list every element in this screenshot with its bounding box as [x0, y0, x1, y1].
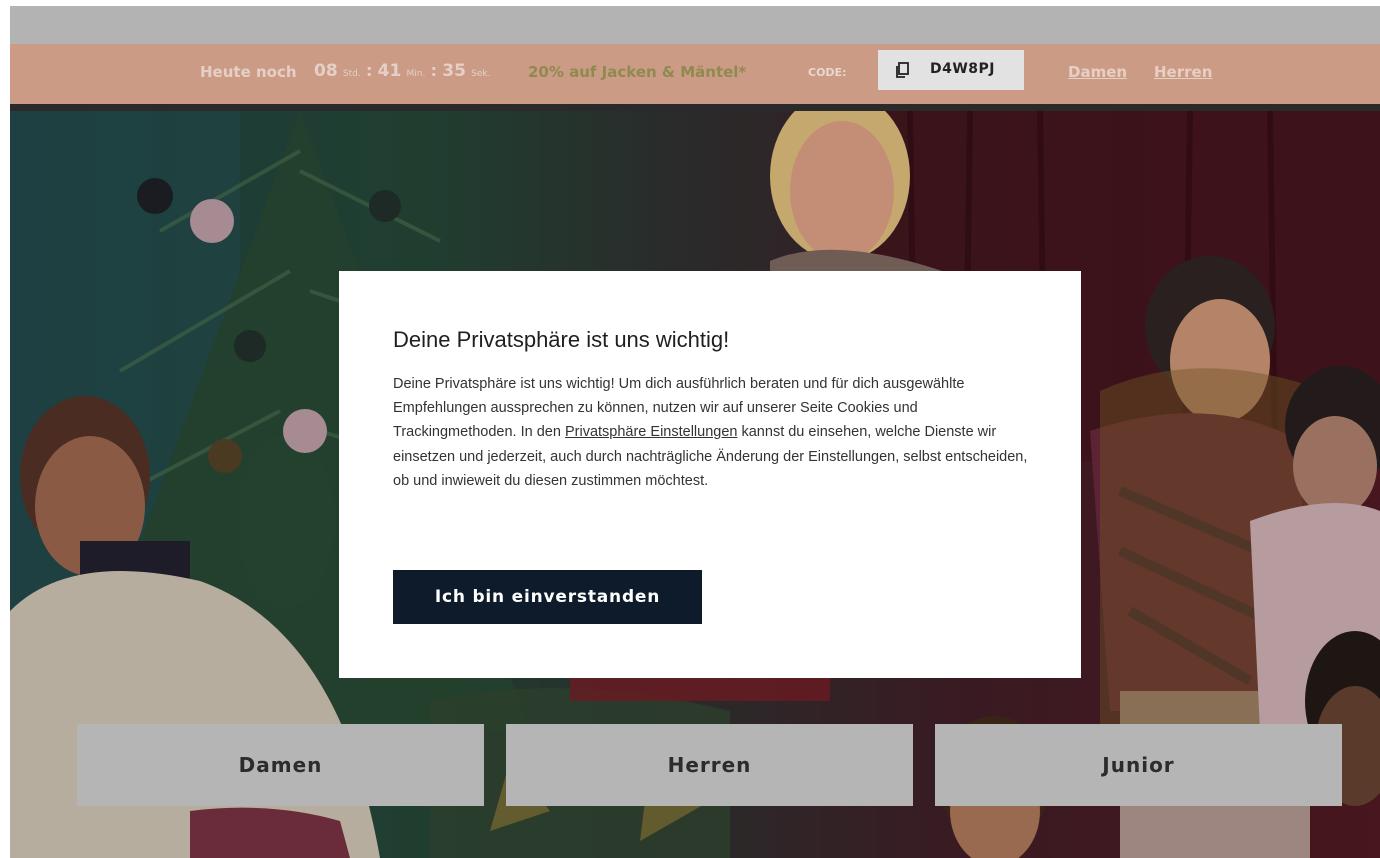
countdown-hours-unit: Std. — [342, 69, 361, 79]
promo-offer-text: 20% auf Jacken & Mäntel* — [528, 63, 747, 81]
promo-code-copy-box[interactable]: D4W8PJ — [878, 50, 1024, 90]
countdown-timer: 08 Std. : 41 Min. : 35 Sek. — [314, 61, 490, 81]
countdown-separator: : — [365, 61, 373, 80]
countdown-seconds: 35 — [442, 61, 466, 81]
modal-body-text: Deine Privatsphäre ist uns wichtig! Um d… — [393, 372, 1033, 493]
header-band — [10, 6, 1380, 44]
promo-link-damen[interactable]: Damen — [1068, 63, 1127, 81]
countdown-minutes: 41 — [377, 61, 402, 81]
page: Heute noch 08 Std. : 41 Min. : 35 Sek. 2… — [10, 6, 1380, 858]
countdown-separator: : — [430, 61, 437, 80]
privacy-consent-modal: Deine Privatsphäre ist uns wichtig! Dein… — [339, 271, 1081, 678]
promo-link-herren[interactable]: Herren — [1154, 63, 1212, 81]
promo-lead-text: Heute noch — [200, 63, 297, 81]
countdown-seconds-unit: Sek. — [471, 69, 491, 79]
category-button-herren[interactable]: Herren — [506, 724, 913, 806]
privacy-settings-link[interactable]: Privatsphäre Einstellungen — [565, 424, 738, 440]
promo-code-label: CODE: — [808, 66, 847, 79]
copy-icon — [896, 62, 909, 78]
countdown-hours: 08 — [314, 61, 338, 81]
category-button-junior[interactable]: Junior — [935, 724, 1342, 806]
countdown-minutes-unit: Min. — [406, 69, 426, 79]
promo-bar: Heute noch 08 Std. : 41 Min. : 35 Sek. 2… — [10, 44, 1380, 104]
accept-button[interactable]: Ich bin einverstanden — [393, 570, 702, 624]
category-button-damen[interactable]: Damen — [77, 724, 484, 806]
promo-code-value: D4W8PJ — [930, 61, 996, 77]
modal-title: Deine Privatsphäre ist uns wichtig! — [393, 327, 730, 352]
